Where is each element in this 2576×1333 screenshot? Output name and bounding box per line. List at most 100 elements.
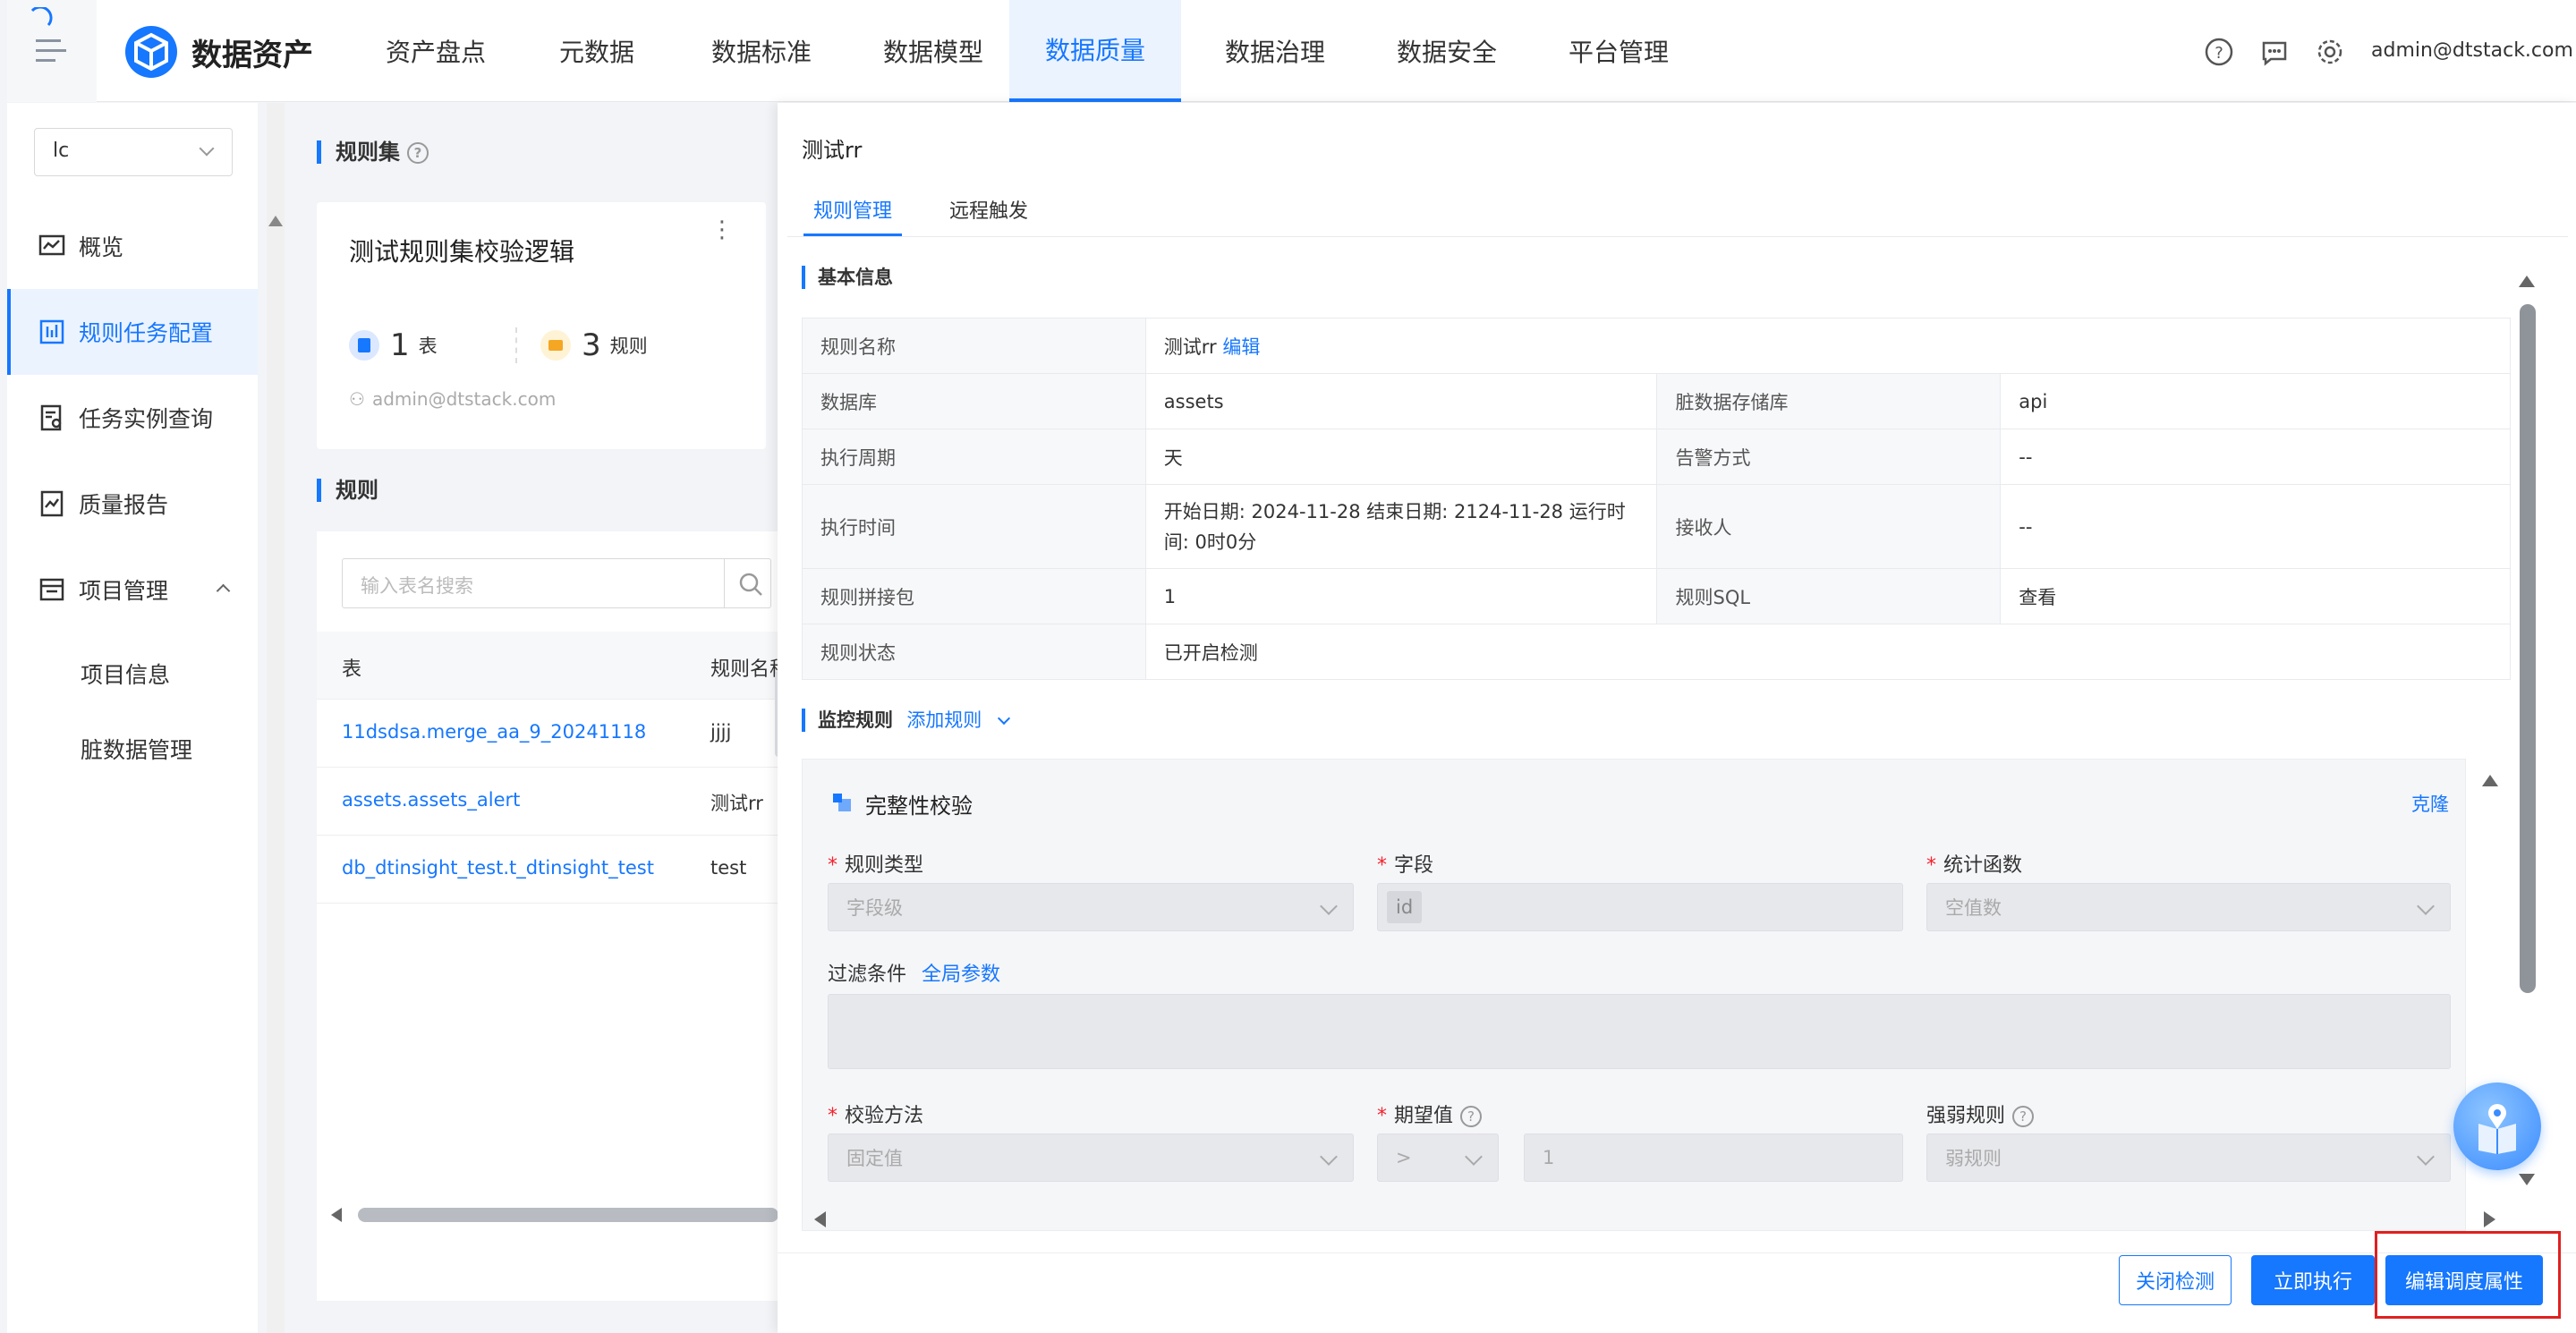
project-select-value: lc xyxy=(53,140,70,162)
help-icon[interactable]: ? xyxy=(2205,38,2233,66)
table-header: 表 规则名称 xyxy=(317,632,789,700)
sidebar-subitem-project-info[interactable]: 项目信息 xyxy=(81,658,170,690)
label-text: 强弱规则 xyxy=(1926,1105,2006,1127)
method-select[interactable]: 固定值 xyxy=(828,1133,1354,1182)
message-icon[interactable] xyxy=(2260,38,2289,66)
table-link[interactable]: db_dtinsight_test.t_dtinsight_test xyxy=(342,857,654,879)
scroll-up-icon[interactable] xyxy=(268,216,283,226)
search-icon[interactable] xyxy=(738,572,763,597)
view-sql-link[interactable]: 查看 xyxy=(2000,568,2511,624)
filter-textarea[interactable] xyxy=(828,994,2451,1069)
info-key: 脏数据存储库 xyxy=(1656,373,2002,429)
rule-count-unit: 规则 xyxy=(609,335,648,357)
sidebar-subitem-dirty-data[interactable]: 脏数据管理 xyxy=(81,733,192,765)
close-check-button[interactable]: 关闭检测 xyxy=(2119,1255,2232,1305)
ruleset-card[interactable]: 测试规则集校验逻辑 ⋮ 1 表 3 规则 ⚇ admin@dtstack.com xyxy=(317,202,766,449)
scroll-left-icon[interactable] xyxy=(814,1211,826,1227)
project-select[interactable]: lc xyxy=(34,128,233,176)
scrollbar-thumb[interactable] xyxy=(358,1208,778,1222)
scroll-up-icon[interactable] xyxy=(2519,276,2535,287)
rule-icon xyxy=(540,330,571,361)
info-key: 规则SQL xyxy=(1656,568,2002,624)
rule-type-icon xyxy=(833,794,851,811)
chevron-down-icon[interactable] xyxy=(997,711,1010,726)
global-params-link[interactable]: 全局参数 xyxy=(922,964,1000,986)
table-search-input[interactable]: 输入表名搜索 xyxy=(342,558,771,608)
tab-remote-trigger[interactable]: 远程触发 xyxy=(939,195,1038,236)
scroll-up-icon[interactable] xyxy=(2482,775,2498,786)
table-row[interactable]: db_dtinsight_test.t_dtinsight_test test xyxy=(317,836,778,904)
rule-count-value: 3 xyxy=(582,327,601,363)
label-text: 规则类型 xyxy=(845,854,924,877)
chevron-down-icon xyxy=(2417,1148,2435,1166)
nav-metadata[interactable]: 元数据 xyxy=(521,0,673,102)
nav-asset-inventory[interactable]: 资产盘点 xyxy=(358,0,514,102)
select-value: 字段级 xyxy=(846,897,903,919)
nav-data-governance[interactable]: 数据治理 xyxy=(1197,0,1353,102)
nav-data-model[interactable]: 数据模型 xyxy=(855,0,1011,102)
nav-data-standard[interactable]: 数据标准 xyxy=(684,0,839,102)
tab-label: 规则管理 xyxy=(812,200,892,223)
top-header: 数据资产 资产盘点 元数据 数据标准 数据模型 数据质量 数据治理 数据安全 平… xyxy=(7,0,2576,102)
nav-label: 元数据 xyxy=(558,38,634,67)
drawer-scrollbar-thumb[interactable] xyxy=(2520,304,2536,993)
table-row[interactable]: 11dsdsa.merge_aa_9_20241118 jjjj xyxy=(317,700,778,768)
sidebar-scrollbar[interactable] xyxy=(267,103,285,1333)
nav-label: 平台管理 xyxy=(1568,38,1669,67)
expect-operator-select[interactable]: > xyxy=(1377,1133,1499,1182)
settings-icon[interactable] xyxy=(2316,38,2344,66)
chevron-up-icon xyxy=(216,583,231,599)
scroll-left-icon[interactable] xyxy=(331,1208,342,1222)
tab-label: 远程触发 xyxy=(948,200,1028,223)
table-row[interactable]: assets.assets_alert 测试rr xyxy=(317,768,778,836)
info-key: 规则状态 xyxy=(802,624,1146,680)
run-now-button[interactable]: 立即执行 xyxy=(2251,1255,2375,1305)
field-select[interactable]: id xyxy=(1377,883,1903,931)
button-label: 立即执行 xyxy=(2273,1271,2352,1294)
field-label: * 字段 xyxy=(1377,854,1434,877)
horizontal-scrollbar[interactable] xyxy=(326,1204,778,1226)
sidebar-item-task-instance[interactable]: 任务实例查询 xyxy=(7,375,258,461)
info-value: api xyxy=(2000,373,2511,429)
more-icon[interactable]: ⋮ xyxy=(710,218,734,242)
info-key: 数据库 xyxy=(802,373,1146,429)
expect-value-input[interactable]: 1 xyxy=(1524,1133,1903,1182)
app-logo[interactable]: 数据资产 xyxy=(123,25,313,79)
select-value: 弱规则 xyxy=(1945,1148,2002,1169)
nav-label: 资产盘点 xyxy=(385,38,486,67)
table-link[interactable]: 11dsdsa.merge_aa_9_20241118 xyxy=(342,721,646,743)
help-icon[interactable]: ? xyxy=(407,142,429,164)
sidebar-item-rule-task-config[interactable]: 规则任务配置 xyxy=(7,289,258,375)
nav-platform-admin[interactable]: 平台管理 xyxy=(1541,0,1696,102)
sidebar-item-overview[interactable]: 概览 xyxy=(7,203,258,289)
nav-data-security[interactable]: 数据安全 xyxy=(1369,0,1525,102)
select-value: > xyxy=(1396,1147,1412,1168)
stat-func-select[interactable]: 空值数 xyxy=(1926,883,2451,931)
table-link[interactable]: assets.assets_alert xyxy=(342,789,520,811)
highlight-box xyxy=(2375,1231,2561,1319)
cube-logo-icon xyxy=(125,26,177,78)
info-value: assets xyxy=(1144,373,1658,429)
sidebar-item-quality-report[interactable]: 质量报告 xyxy=(7,461,258,547)
info-value: 测试rr 编辑 xyxy=(1144,318,2512,374)
expect-label: * 期望值? xyxy=(1377,1100,1483,1128)
scroll-down-icon[interactable] xyxy=(2519,1174,2535,1185)
tab-rule-management[interactable]: 规则管理 xyxy=(803,195,902,236)
sidebar-item-project-management[interactable]: 项目管理 xyxy=(7,547,258,633)
user-account[interactable]: admin@dtstack.com xyxy=(2371,39,2573,62)
sidebar-item-label: 规则任务配置 xyxy=(79,320,214,346)
strength-label: 强弱规则? xyxy=(1926,1100,2035,1128)
strength-select[interactable]: 弱规则 xyxy=(1926,1133,2451,1182)
clone-button[interactable]: 克隆 xyxy=(2411,790,2449,817)
label-text: 统计函数 xyxy=(1943,854,2023,877)
scroll-right-icon[interactable] xyxy=(2484,1211,2495,1227)
help-icon[interactable]: ? xyxy=(1460,1106,1483,1127)
add-rule-dropdown[interactable]: 添加规则 xyxy=(906,709,982,731)
nav-data-quality[interactable]: 数据质量 xyxy=(1009,0,1181,102)
help-icon[interactable]: ? xyxy=(2012,1106,2035,1127)
edit-rule-name-link[interactable]: 编辑 xyxy=(1222,336,1260,358)
info-key: 规则拼接包 xyxy=(802,568,1146,624)
rule-type-select[interactable]: 字段级 xyxy=(828,883,1354,931)
floating-guide-button[interactable] xyxy=(2453,1083,2541,1170)
field-tag: id xyxy=(1387,891,1423,923)
